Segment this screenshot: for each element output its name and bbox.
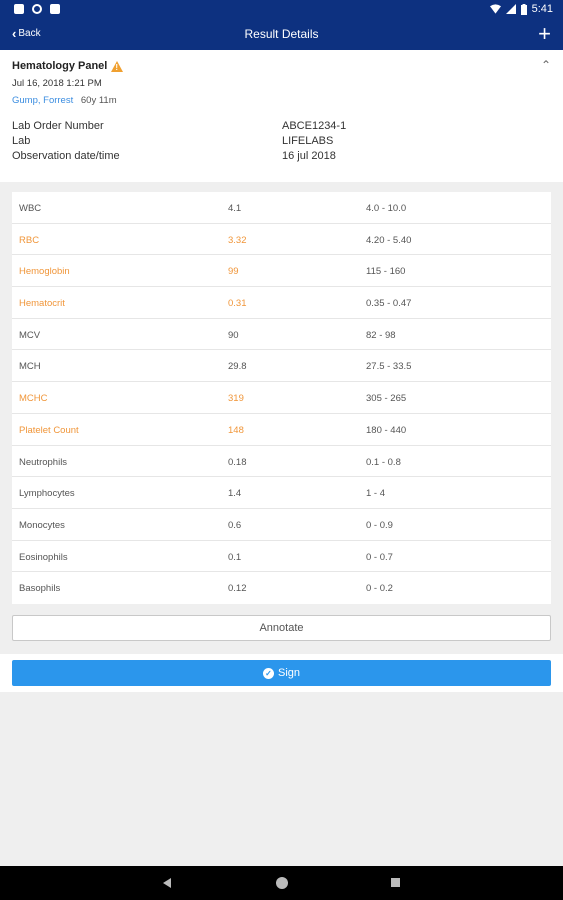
test-value: 319 [228, 393, 244, 405]
test-value: 90 [228, 329, 239, 341]
test-name: MCH [19, 361, 41, 373]
test-range: 180 - 440 [366, 424, 407, 436]
status-bar: 5:41 [0, 0, 563, 20]
test-name: Lymphocytes [19, 488, 75, 500]
test-range: 4.0 - 10.0 [366, 203, 407, 214]
sync-icon [32, 4, 42, 14]
sign-bar: ✓ Sign [0, 654, 563, 692]
table-row[interactable]: RBC 3.32 4.20 - 5.40 [12, 224, 551, 256]
info-value-lab: LIFELABS [282, 135, 334, 147]
info-label-lab: Lab [12, 135, 31, 147]
test-value: 0.12 [228, 583, 247, 595]
panel-title: Hematology Panel ! [12, 60, 124, 72]
test-name: WBC [19, 203, 42, 214]
test-range: 0.35 - 0.47 [366, 298, 412, 310]
results-table: WBC 4.1 4.0 - 10.0 RBC 3.32 4.20 - 5.40 Hemogl… [12, 192, 551, 604]
test-name: Hemoglobin [19, 266, 70, 278]
test-range: 115 - 160 [366, 266, 406, 278]
nav-back-icon[interactable] [163, 878, 171, 888]
patient-name-link[interactable]: Gump, Forrest [12, 95, 73, 106]
table-row[interactable]: Hematocrit 0.31 0.35 - 0.47 [12, 287, 551, 319]
test-range: 82 - 98 [366, 329, 396, 341]
panel-name: Hematology Panel [12, 60, 108, 72]
check-circle-icon: ✓ [262, 667, 274, 679]
result-header: Hematology Panel ! ⌃ Jul 16, 2018 1:21 P… [0, 50, 563, 182]
test-range: 0 - 0.7 [366, 551, 393, 563]
test-range: 0 - 0.2 [366, 583, 393, 595]
page-title: Result Details [244, 27, 319, 41]
test-value: 0.6 [228, 519, 242, 531]
test-name: MCHC [19, 393, 48, 405]
result-datetime: Jul 16, 2018 1:21 PM [12, 78, 102, 89]
test-value: 0.31 [228, 298, 247, 310]
test-name: Platelet Count [19, 424, 79, 436]
status-time: 5:41 [531, 3, 553, 15]
test-name: Eosinophils [19, 551, 68, 563]
test-name: Hematocrit [19, 298, 65, 310]
table-row[interactable]: Monocytes 0.6 0 - 0.9 [12, 509, 551, 541]
nav-home-icon[interactable] [276, 877, 288, 889]
test-value: 29.8 [228, 361, 247, 373]
patient-age: 60y 11m [80, 95, 117, 106]
test-name: MCV [19, 329, 41, 341]
test-value: 0.1 [228, 551, 242, 563]
test-range: 0.1 - 0.8 [366, 456, 401, 468]
table-row[interactable]: Basophils 0.12 0 - 0.2 [12, 572, 551, 604]
test-name: Monocytes [19, 519, 65, 531]
storage-icon [50, 4, 60, 14]
info-label-order: Lab Order Number [12, 120, 104, 132]
table-row[interactable]: MCV 90 82 - 98 [12, 319, 551, 351]
table-row[interactable]: Platelet Count 148 180 - 440 [12, 414, 551, 446]
warning-icon: ! [111, 60, 124, 72]
battery-icon [520, 3, 527, 15]
table-row[interactable]: Hemoglobin 99 115 - 160 [12, 255, 551, 288]
test-range: 4.20 - 5.40 [366, 234, 412, 246]
test-range: 0 - 0.9 [366, 519, 393, 531]
system-nav-bar [0, 866, 563, 900]
notification-icon [14, 4, 24, 14]
table-row[interactable]: Neutrophils 0.18 0.1 - 0.8 [12, 446, 551, 478]
info-value-observation: 16 jul 2018 [282, 150, 336, 162]
table-row[interactable]: MCH 29.8 27.5 - 33.5 [12, 350, 551, 383]
test-name: RBC [19, 234, 40, 246]
test-value: 0.18 [228, 456, 247, 468]
test-range: 1 - 4 [366, 488, 386, 500]
test-value: 3.32 [228, 234, 247, 246]
table-row[interactable]: Eosinophils 0.1 0 - 0.7 [12, 541, 551, 573]
sign-button[interactable]: ✓ Sign [12, 660, 551, 686]
test-name: Neutrophils [19, 456, 68, 468]
sign-label: Sign [277, 667, 301, 679]
wifi-icon [489, 4, 501, 14]
table-row[interactable]: WBC 4.1 4.0 - 10.0 [12, 192, 551, 224]
info-label-observation: Observation date/time [12, 150, 120, 162]
info-value-order: ABCE1234-1 [282, 120, 347, 132]
annotate-button[interactable]: Annotate [12, 615, 551, 641]
collapse-chevron-icon[interactable]: ⌃ [541, 58, 551, 72]
test-value: 4.1 [228, 203, 242, 214]
nav-recents-icon[interactable] [391, 878, 400, 887]
table-row[interactable]: Lymphocytes 1.4 1 - 4 [12, 477, 551, 509]
table-row[interactable]: MCHC 319 305 - 265 [12, 382, 551, 414]
add-button[interactable]: + [538, 22, 551, 46]
test-range: 27.5 - 33.5 [366, 361, 412, 373]
patient-info: Gump, Forrest 60y 11m [12, 95, 117, 106]
app-bar: ‹ Back Result Details + [0, 20, 563, 50]
test-value: 99 [228, 266, 239, 278]
test-value: 148 [228, 424, 244, 436]
test-range: 305 - 265 [366, 393, 407, 405]
test-value: 1.4 [228, 488, 242, 500]
test-name: Basophils [19, 583, 61, 595]
signal-icon [505, 4, 516, 14]
